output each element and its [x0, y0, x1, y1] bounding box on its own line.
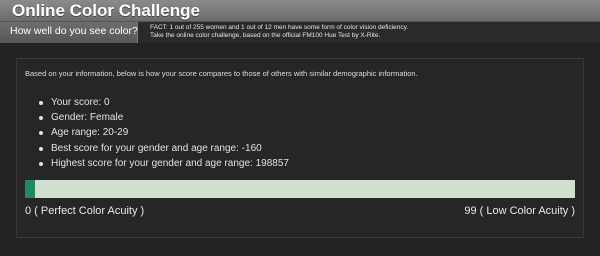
list-item-best-score: Best score for your gender and age range… [37, 141, 289, 156]
bullet-icon [39, 146, 43, 151]
subheader-bar: How well do you see color? FACT: 1 out o… [0, 22, 600, 43]
list-item-label: Highest score for your gender and age ra… [51, 157, 289, 169]
list-item-label: Gender: Female [51, 112, 124, 124]
page-title: Online Color Challenge [12, 1, 200, 20]
results-intro: Based on your information, below is how … [25, 69, 418, 78]
scale-min-label: 0 ( Perfect Color Acuity ) [25, 205, 145, 217]
fact-line: FACT: 1 out of 255 women and 1 out of 12… [150, 24, 409, 31]
score-scale-bar [25, 180, 575, 198]
bullet-icon [39, 131, 43, 136]
score-list: Your score: 0 Gender: Female Age range: … [37, 95, 289, 171]
results-panel: Based on your information, below is how … [16, 58, 584, 238]
list-item-label: Best score for your gender and age range… [51, 142, 262, 154]
list-item-label: Age range: 20-29 [51, 127, 129, 139]
list-item-highest-score: Highest score for your gender and age ra… [37, 156, 289, 171]
list-item-label: Your score: 0 [51, 97, 110, 108]
bullet-icon [39, 161, 43, 166]
list-item-your-score: Your score: 0 [37, 95, 289, 110]
list-item-gender: Gender: Female [37, 110, 289, 125]
fact-line: Take the online color challenge, based o… [150, 32, 381, 39]
scale-max-label: 99 ( Low Color Acuity ) [464, 205, 575, 217]
list-item-age-range: Age range: 20-29 [37, 125, 289, 140]
tab-label: How well do you see color? [10, 25, 138, 37]
score-marker [25, 180, 35, 198]
bullet-icon [39, 116, 43, 121]
fact-text: FACT: 1 out of 255 women and 1 out of 12… [150, 24, 590, 40]
bullet-icon [39, 101, 43, 105]
tab-how-well-see-color[interactable]: How well do you see color? [0, 22, 138, 43]
title-bar: Online Color Challenge [0, 0, 600, 22]
